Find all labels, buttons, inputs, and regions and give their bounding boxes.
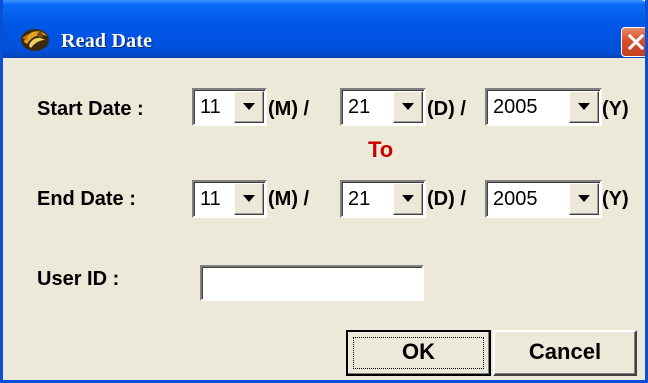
start-day-unit: (D) / xyxy=(427,98,466,120)
start-month-select[interactable]: 11 xyxy=(192,88,267,126)
cancel-button[interactable]: Cancel xyxy=(493,330,637,376)
start-year-unit: (Y) xyxy=(602,98,629,120)
chevron-down-icon xyxy=(402,195,414,202)
user-id-field[interactable] xyxy=(200,265,424,301)
chevron-down-icon xyxy=(402,103,414,110)
end-month-select[interactable]: 11 xyxy=(192,180,267,218)
app-logo-icon xyxy=(19,26,51,52)
end-year-dropdown-button[interactable] xyxy=(569,183,599,215)
focus-ring xyxy=(353,337,484,369)
start-day-dropdown-button[interactable] xyxy=(393,91,423,123)
start-day-value: 21 xyxy=(348,96,371,118)
start-date-label: Start Date : xyxy=(37,98,144,120)
end-month-unit: (M) / xyxy=(268,188,310,210)
to-separator: To xyxy=(368,137,394,162)
start-month-unit: (M) / xyxy=(268,98,310,120)
chevron-down-icon xyxy=(578,103,590,110)
window-title: Read Date xyxy=(61,30,153,52)
ok-button[interactable]: OK xyxy=(346,330,491,376)
chevron-down-icon xyxy=(578,195,590,202)
chevron-down-icon xyxy=(243,195,255,202)
start-year-dropdown-button[interactable] xyxy=(569,91,599,123)
end-date-label: End Date : xyxy=(37,188,136,210)
end-year-select[interactable]: 2005 xyxy=(485,180,602,218)
start-day-select[interactable]: 21 xyxy=(340,88,426,126)
close-icon xyxy=(627,33,645,51)
read-date-dialog: Read Date Start Date : 11 (M) / 21 (D) /… xyxy=(0,0,648,383)
end-day-dropdown-button[interactable] xyxy=(393,183,423,215)
end-day-unit: (D) / xyxy=(427,188,466,210)
start-month-dropdown-button[interactable] xyxy=(234,91,264,123)
end-day-select[interactable]: 21 xyxy=(340,180,426,218)
end-day-value: 21 xyxy=(348,188,371,210)
title-bar[interactable]: Read Date xyxy=(3,0,645,58)
end-month-dropdown-button[interactable] xyxy=(234,183,264,215)
end-year-value: 2005 xyxy=(493,188,538,210)
end-month-value: 11 xyxy=(200,188,221,210)
start-year-select[interactable]: 2005 xyxy=(485,88,602,126)
user-id-label: User ID : xyxy=(37,268,120,290)
start-month-value: 11 xyxy=(200,96,221,118)
end-year-unit: (Y) xyxy=(602,188,629,210)
chevron-down-icon xyxy=(243,103,255,110)
close-button[interactable] xyxy=(621,27,645,57)
start-year-value: 2005 xyxy=(493,96,538,118)
cancel-button-label: Cancel xyxy=(528,339,602,364)
